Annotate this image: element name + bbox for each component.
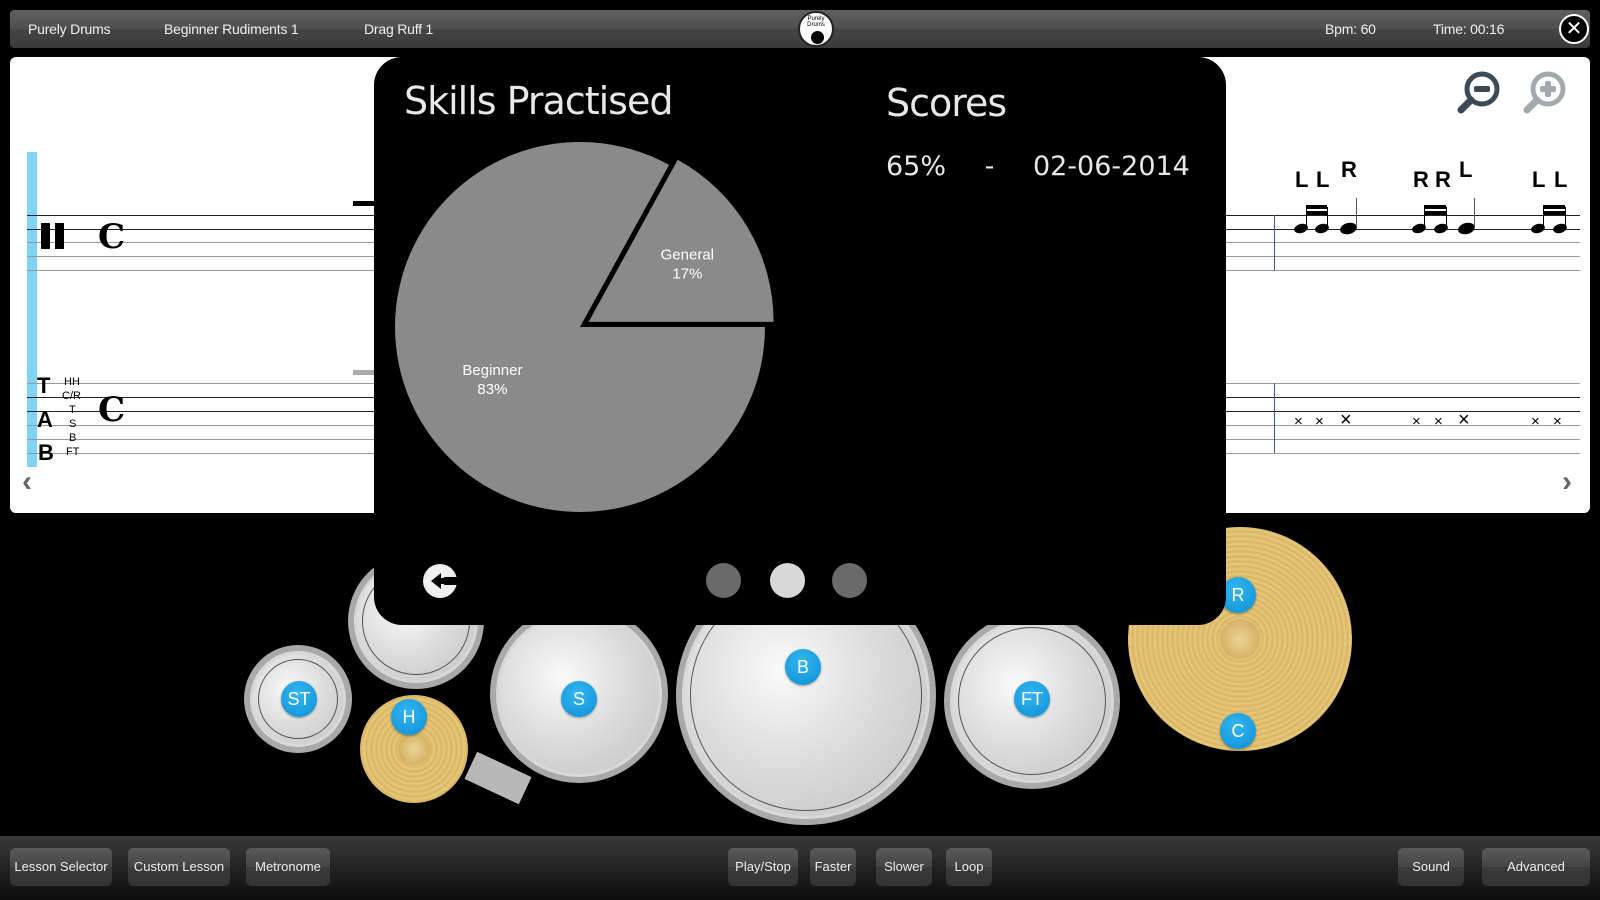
note-beam [1424, 205, 1446, 209]
pad-small-tom[interactable]: ST [281, 681, 317, 717]
pie-label-value: 17% [672, 266, 702, 283]
tab-hit-mark: × [1315, 413, 1324, 430]
score-entry: 65% - 02-06-2014 [886, 151, 1190, 182]
lesson-group-breadcrumb[interactable]: Beginner Rudiments 1 [164, 21, 299, 37]
lesson-selector-button[interactable]: Lesson Selector [10, 848, 112, 886]
advanced-button[interactable]: Advanced [1482, 848, 1590, 886]
back-button[interactable] [422, 563, 458, 599]
back-arrow-icon [423, 564, 458, 598]
scores-title: Scores [886, 81, 1007, 125]
pad-bass[interactable]: B [785, 649, 821, 685]
pad-hihat[interactable]: H [391, 699, 427, 735]
page-dot-1[interactable] [706, 563, 741, 598]
note-beam [1543, 205, 1565, 209]
lesson-name-breadcrumb[interactable]: Drag Ruff 1 [364, 21, 433, 37]
note-beam [1424, 211, 1446, 215]
chevron-left-icon[interactable]: ‹ [22, 465, 32, 499]
zoom-out-icon [1457, 71, 1500, 114]
bpm-readout: Bpm: 60 [1325, 21, 1376, 37]
tab-hit-mark: × [1340, 409, 1352, 431]
tab-hit-mark: × [1531, 413, 1540, 430]
metronome-button[interactable]: Metronome [246, 848, 330, 886]
stats-dialog: Skills Practised Scores 65% - 02-06-2014… [374, 57, 1226, 625]
note-stem [1565, 207, 1566, 227]
tab-letter-b: B [38, 440, 54, 465]
sticking-letter: L [1554, 167, 1568, 192]
drum-label-hh: HH [64, 376, 80, 388]
score-date: 02-06-2014 [1032, 151, 1190, 182]
note-stem [1327, 207, 1328, 227]
bottom-toolbar: Lesson Selector Custom Lesson Metronome … [0, 836, 1600, 900]
pie-label-category: Beginner [462, 362, 522, 379]
drum-label-ft: FT [66, 446, 80, 458]
time-readout: Time: 00:16 [1433, 21, 1505, 37]
sticking-letter: L [1316, 167, 1330, 192]
faster-button[interactable]: Faster [810, 848, 856, 886]
tab-letter-a: A [37, 407, 53, 432]
note-stem [1543, 207, 1544, 227]
top-bar: Purely Drums Beginner Rudiments 1 Drag R… [10, 10, 1590, 48]
tab-hit-mark: × [1412, 413, 1421, 430]
sticking-letter: L [1532, 167, 1546, 192]
pad-crash[interactable]: C [1220, 713, 1256, 749]
time-signature: C [98, 217, 126, 257]
pie-label-value: 83% [477, 381, 507, 398]
zoom-in-button[interactable] [1520, 69, 1570, 124]
play-stop-button[interactable]: Play/Stop [728, 848, 798, 886]
note-stem [1306, 207, 1307, 227]
zoom-in-icon [1523, 71, 1566, 114]
close-icon[interactable]: ✕ [1559, 14, 1589, 44]
drum-label-cr: C/R [62, 390, 81, 402]
skills-pie-chart: General 17% Beginner 83% [394, 141, 774, 512]
tab-letter-t: T [37, 373, 51, 398]
sticking-letter: L [1459, 157, 1473, 182]
note-beam [1306, 205, 1327, 209]
note-stem [1474, 198, 1475, 226]
purely-drums-logo: Purely Drums [798, 11, 834, 47]
pad-snare[interactable]: S [561, 681, 597, 717]
drum-label-t: T [69, 404, 76, 416]
app-name: Purely Drums [28, 21, 111, 37]
tab-hit-mark: × [1553, 413, 1562, 430]
tab-hit-mark: × [1294, 413, 1303, 430]
sound-button[interactable]: Sound [1398, 848, 1464, 886]
chevron-right-icon[interactable]: › [1562, 465, 1572, 499]
score-separator: - [984, 151, 995, 182]
slower-button[interactable]: Slower [876, 848, 932, 886]
pad-floor-tom[interactable]: FT [1014, 681, 1050, 717]
page-dot-3[interactable] [832, 563, 867, 598]
tab-time-signature: C [98, 390, 126, 430]
note-stem [1356, 198, 1357, 226]
logo-text: Purely Drums [807, 16, 825, 28]
loop-button[interactable]: Loop [946, 848, 992, 886]
note-beam [1543, 211, 1565, 215]
page-dot-2[interactable] [770, 563, 805, 598]
note-stem [1424, 207, 1425, 227]
sticking-letter: R [1435, 167, 1451, 192]
zoom-out-button[interactable] [1454, 69, 1504, 124]
tab-hit-mark: × [1434, 413, 1443, 430]
drum-label-s: S [69, 418, 77, 430]
drum-label-b: B [69, 432, 77, 444]
note-stem [1446, 207, 1447, 227]
pie-label-category: General [661, 247, 714, 264]
logo-drum-icon [811, 31, 824, 44]
custom-lesson-button[interactable]: Custom Lesson [128, 848, 230, 886]
playhead-cursor[interactable] [27, 152, 37, 467]
percussion-clef-icon [41, 223, 50, 249]
sticking-letter: R [1413, 167, 1429, 192]
sticking-letter: R [1341, 157, 1357, 182]
sticking-letter: L [1295, 167, 1309, 192]
score-percent: 65% [886, 151, 947, 182]
tab-hit-mark: × [1458, 409, 1470, 431]
note-beam [1306, 211, 1327, 215]
